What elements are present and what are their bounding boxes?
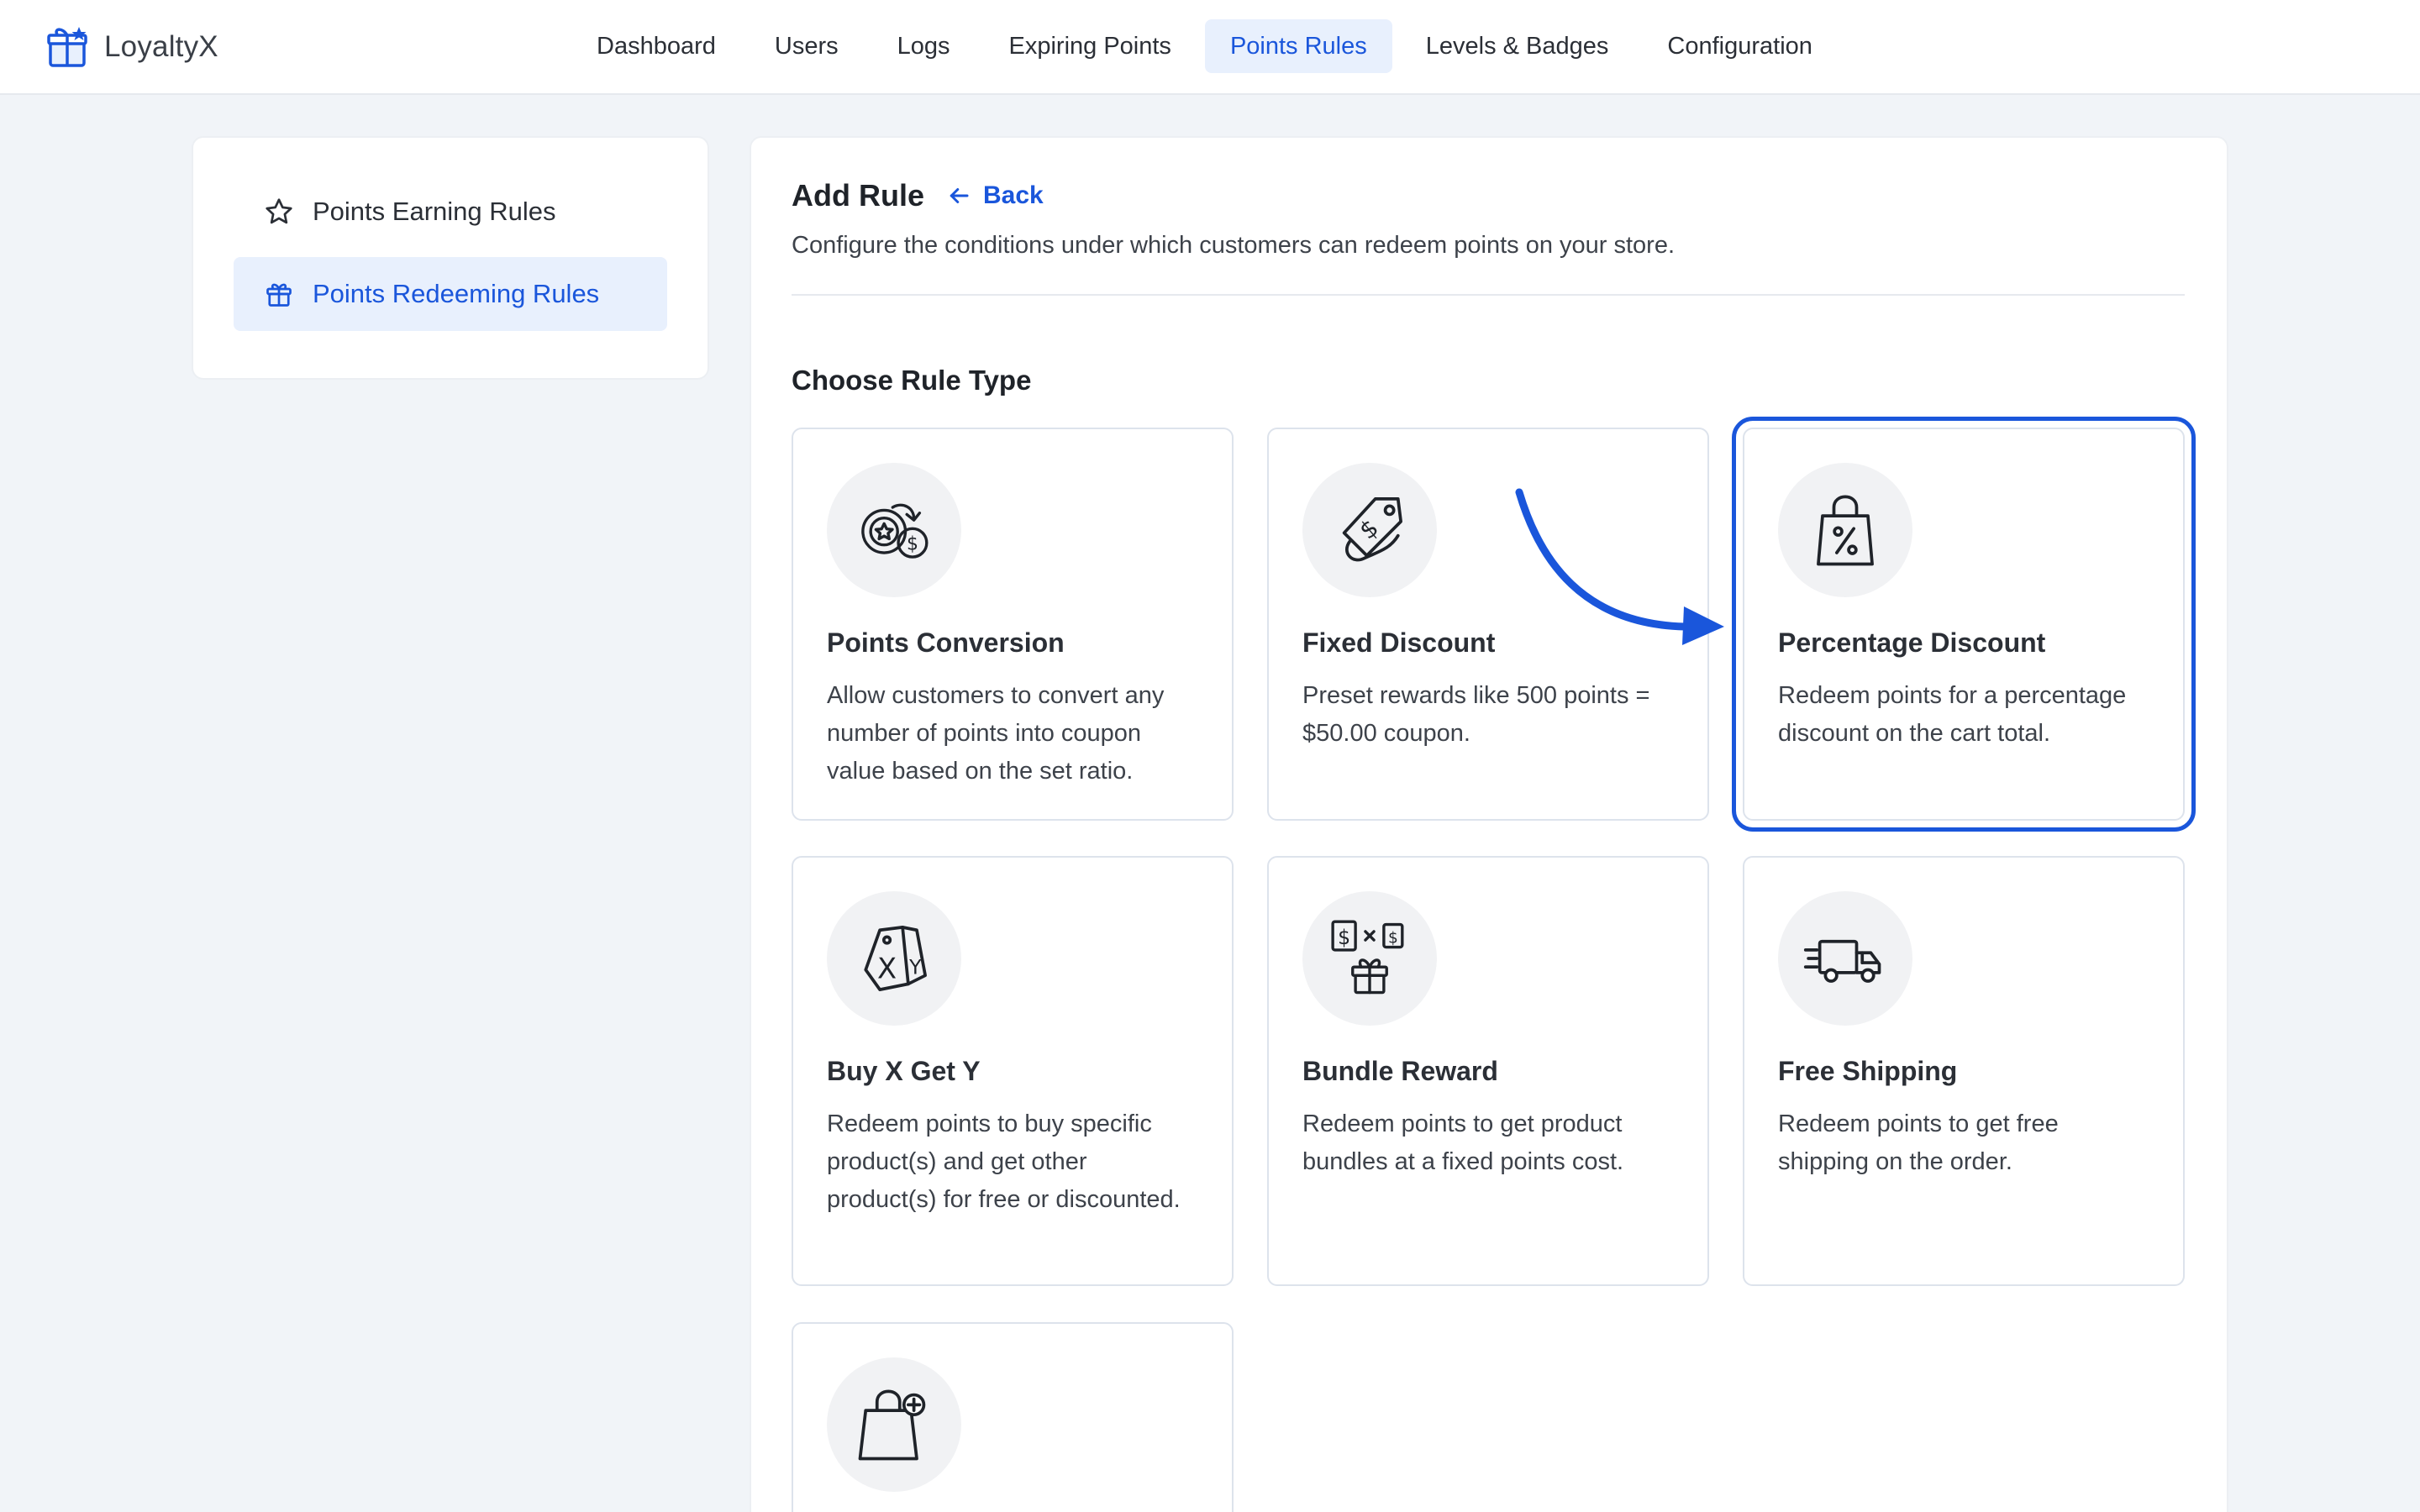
top-navigation-bar: LoyaltyX Dashboard Users Logs Expiring P… (0, 0, 2420, 95)
panel-header: Add Rule Back (792, 175, 1044, 217)
nav-expiring-points[interactable]: Expiring Points (984, 19, 1197, 73)
nav-logs[interactable]: Logs (872, 19, 976, 73)
divider (792, 294, 2185, 296)
gift-box-icon (47, 27, 87, 67)
rule-card-percentage-discount[interactable]: Percentage Discount Redeem points for a … (1732, 417, 2196, 832)
card-title: Buy X Get Y (827, 1056, 981, 1086)
svg-text:$: $ (907, 534, 918, 555)
nav-dashboard[interactable]: Dashboard (571, 19, 741, 73)
shopping-bag-percent-icon (1817, 495, 1874, 566)
nav-levels-badges[interactable]: Levels & Badges (1401, 19, 1634, 73)
svg-text:$: $ (1388, 929, 1398, 947)
card-description: Redeem points to get product bundles at … (1302, 1110, 1624, 1175)
coin-exchange-icon: $ (861, 503, 929, 559)
card-title: Free Shipping (1778, 1056, 1958, 1086)
star-icon (266, 198, 292, 224)
gift-icon (266, 283, 292, 307)
card-title: Percentage Discount (1778, 627, 2046, 658)
icon-container: X Y (827, 891, 961, 1026)
svg-text:$: $ (1354, 513, 1384, 545)
back-link[interactable]: Back (946, 181, 1044, 210)
card-description: Preset rewards like 500 points = $50.00 … (1302, 682, 1650, 747)
card-description: Redeem points to get free shipping on th… (1778, 1110, 2059, 1175)
brand[interactable]: LoyaltyX (47, 24, 218, 71)
card-description: Allow customers to convert any number of… (827, 682, 1165, 785)
rule-card-buy-x-get-y[interactable]: X Y Buy X Get Y Redeem points to buy spe… (792, 856, 1234, 1286)
icon-container: $ $ (1302, 891, 1437, 1026)
card-title: Points Conversion (827, 627, 1065, 658)
nav-users[interactable]: Users (750, 19, 864, 73)
add-rule-panel: Add Rule Back Configure the conditions u… (750, 136, 2228, 1512)
rule-card-free-shipping[interactable]: Free Shipping Redeem points to get free … (1743, 856, 2185, 1286)
icon-container (1778, 463, 1912, 597)
sidebar-item-points-redeeming-rules[interactable]: Points Redeeming Rules (234, 257, 667, 331)
app-name: LoyaltyX (104, 30, 218, 63)
section-title: Choose Rule Type (792, 365, 1032, 396)
svg-text:$: $ (1338, 926, 1350, 949)
sidebar-item-label: Points Redeeming Rules (313, 279, 600, 308)
arrow-left-icon (950, 188, 969, 203)
rule-card-add-to-cart[interactable] (792, 1322, 1234, 1512)
card-title: Fixed Discount (1302, 627, 1496, 658)
icon-container (827, 1357, 961, 1492)
icon-container (1778, 891, 1912, 1026)
nav-points-rules[interactable]: Points Rules (1204, 19, 1392, 73)
back-label: Back (983, 181, 1044, 209)
delivery-truck-icon (1803, 939, 1881, 983)
icon-container: $ (827, 463, 961, 597)
page-description: Configure the conditions under which cus… (792, 232, 1676, 259)
nav-configuration[interactable]: Configuration (1642, 19, 1838, 73)
rules-sidebar: Points Earning Rules Points Redeeming Ru… (192, 136, 709, 380)
svg-text:Y: Y (908, 956, 922, 979)
sidebar-item-points-earning-rules[interactable]: Points Earning Rules (234, 175, 667, 249)
rule-card-points-conversion[interactable]: $ Points Conversion Allow customers to c… (792, 428, 1234, 821)
icon-container: $ (1302, 463, 1437, 597)
sidebar-item-label: Points Earning Rules (313, 197, 556, 226)
price-tag-icon: $ (1342, 497, 1402, 562)
card-description: Redeem points to buy specific product(s)… (827, 1110, 1181, 1213)
rule-card-bundle-reward[interactable]: $ $ Bundle Reward Redeem points to get p… (1267, 856, 1709, 1286)
shopping-bag-plus-icon (858, 1389, 926, 1461)
card-description: Redeem points for a percentage discount … (1778, 682, 2127, 747)
bundle-gift-icon: $ $ (1331, 920, 1404, 995)
page-title: Add Rule (792, 178, 924, 213)
svg-text:X: X (877, 953, 897, 985)
main-nav: Dashboard Users Logs Expiring Points Poi… (571, 19, 1846, 73)
xy-tags-icon: X Y (864, 926, 927, 991)
rule-card-fixed-discount[interactable]: $ Fixed Discount Preset rewards like 500… (1267, 428, 1709, 821)
card-title: Bundle Reward (1302, 1056, 1498, 1086)
